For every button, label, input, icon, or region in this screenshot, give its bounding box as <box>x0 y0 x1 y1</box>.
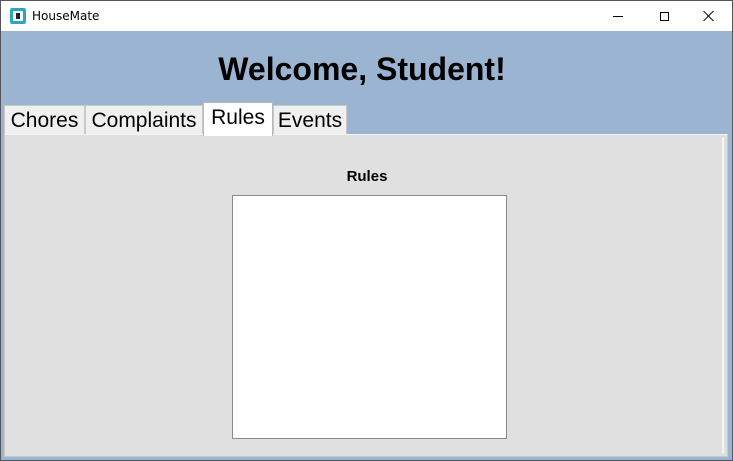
close-button[interactable] <box>686 1 732 31</box>
tab-rules[interactable]: Rules <box>203 102 273 136</box>
tab-chores[interactable]: Chores <box>4 105 85 135</box>
maximize-icon <box>659 11 669 21</box>
tab-complaints[interactable]: Complaints <box>85 105 203 135</box>
app-window: HouseMate Welcome, Student! Chores Compl… <box>0 0 733 461</box>
app-icon <box>10 8 26 24</box>
rules-title: Rules <box>346 168 388 185</box>
tab-events[interactable]: Events <box>273 105 347 135</box>
welcome-heading: Welcome, Student! <box>218 51 506 87</box>
title-bar[interactable]: HouseMate <box>1 1 732 31</box>
maximize-button[interactable] <box>641 1 687 31</box>
minimize-icon <box>613 15 623 17</box>
minimize-button[interactable] <box>595 1 641 31</box>
window-title: HouseMate <box>32 9 100 23</box>
rules-tab-panel: Rules <box>4 134 728 457</box>
close-icon <box>703 10 715 22</box>
rules-text-area[interactable] <box>232 195 507 439</box>
